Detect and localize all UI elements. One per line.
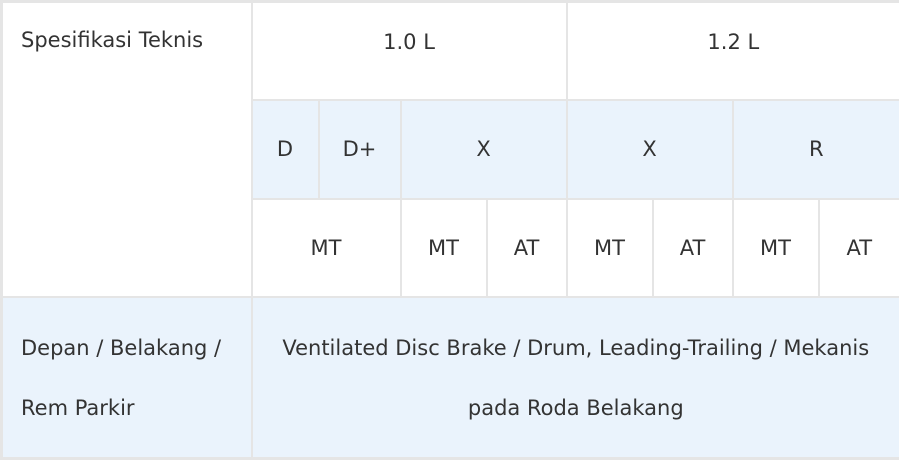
engine-1-2-header: 1.2 L [565, 0, 899, 102]
transmission-cell: MT [565, 197, 654, 299]
engine-1-0-header: 1.0 L [250, 0, 568, 102]
variant-x-1-2: X [565, 99, 734, 200]
brake-label-line1: Depan / Belakang / [21, 336, 222, 361]
variant-d: D [250, 99, 320, 200]
table-row-engine: Spesifikasi Teknis 1.0 L 1.2 L [0, 0, 899, 299]
table-row-brake: Depan / Belakang / Rem Parkir Ventilated … [0, 296, 899, 460]
spec-table: Spesifikasi Teknis 1.0 L 1.2 L D D+ X X … [0, 0, 899, 460]
transmission-cell: AT [651, 197, 734, 299]
brake-value-line1: Ventilated Disc Brake / Drum, Leading-Tr… [282, 336, 870, 361]
variant-r: R [731, 99, 899, 200]
brake-value-line2: pada Roda Belakang [467, 396, 684, 421]
variant-d-plus: D+ [317, 99, 402, 200]
transmission-cell: MT [399, 197, 488, 299]
variant-x-1-0: X [399, 99, 568, 200]
spec-header-label: Spesifikasi Teknis [0, 0, 253, 299]
brake-value: Ventilated Disc Brake / Drum, Leading-Tr… [250, 296, 899, 460]
transmission-cell: MT [250, 197, 402, 299]
transmission-cell: AT [817, 197, 899, 299]
transmission-cell: MT [731, 197, 820, 299]
brake-label-line2: Rem Parkir [21, 396, 135, 421]
brake-label: Depan / Belakang / Rem Parkir [0, 296, 253, 460]
transmission-cell: AT [485, 197, 568, 299]
